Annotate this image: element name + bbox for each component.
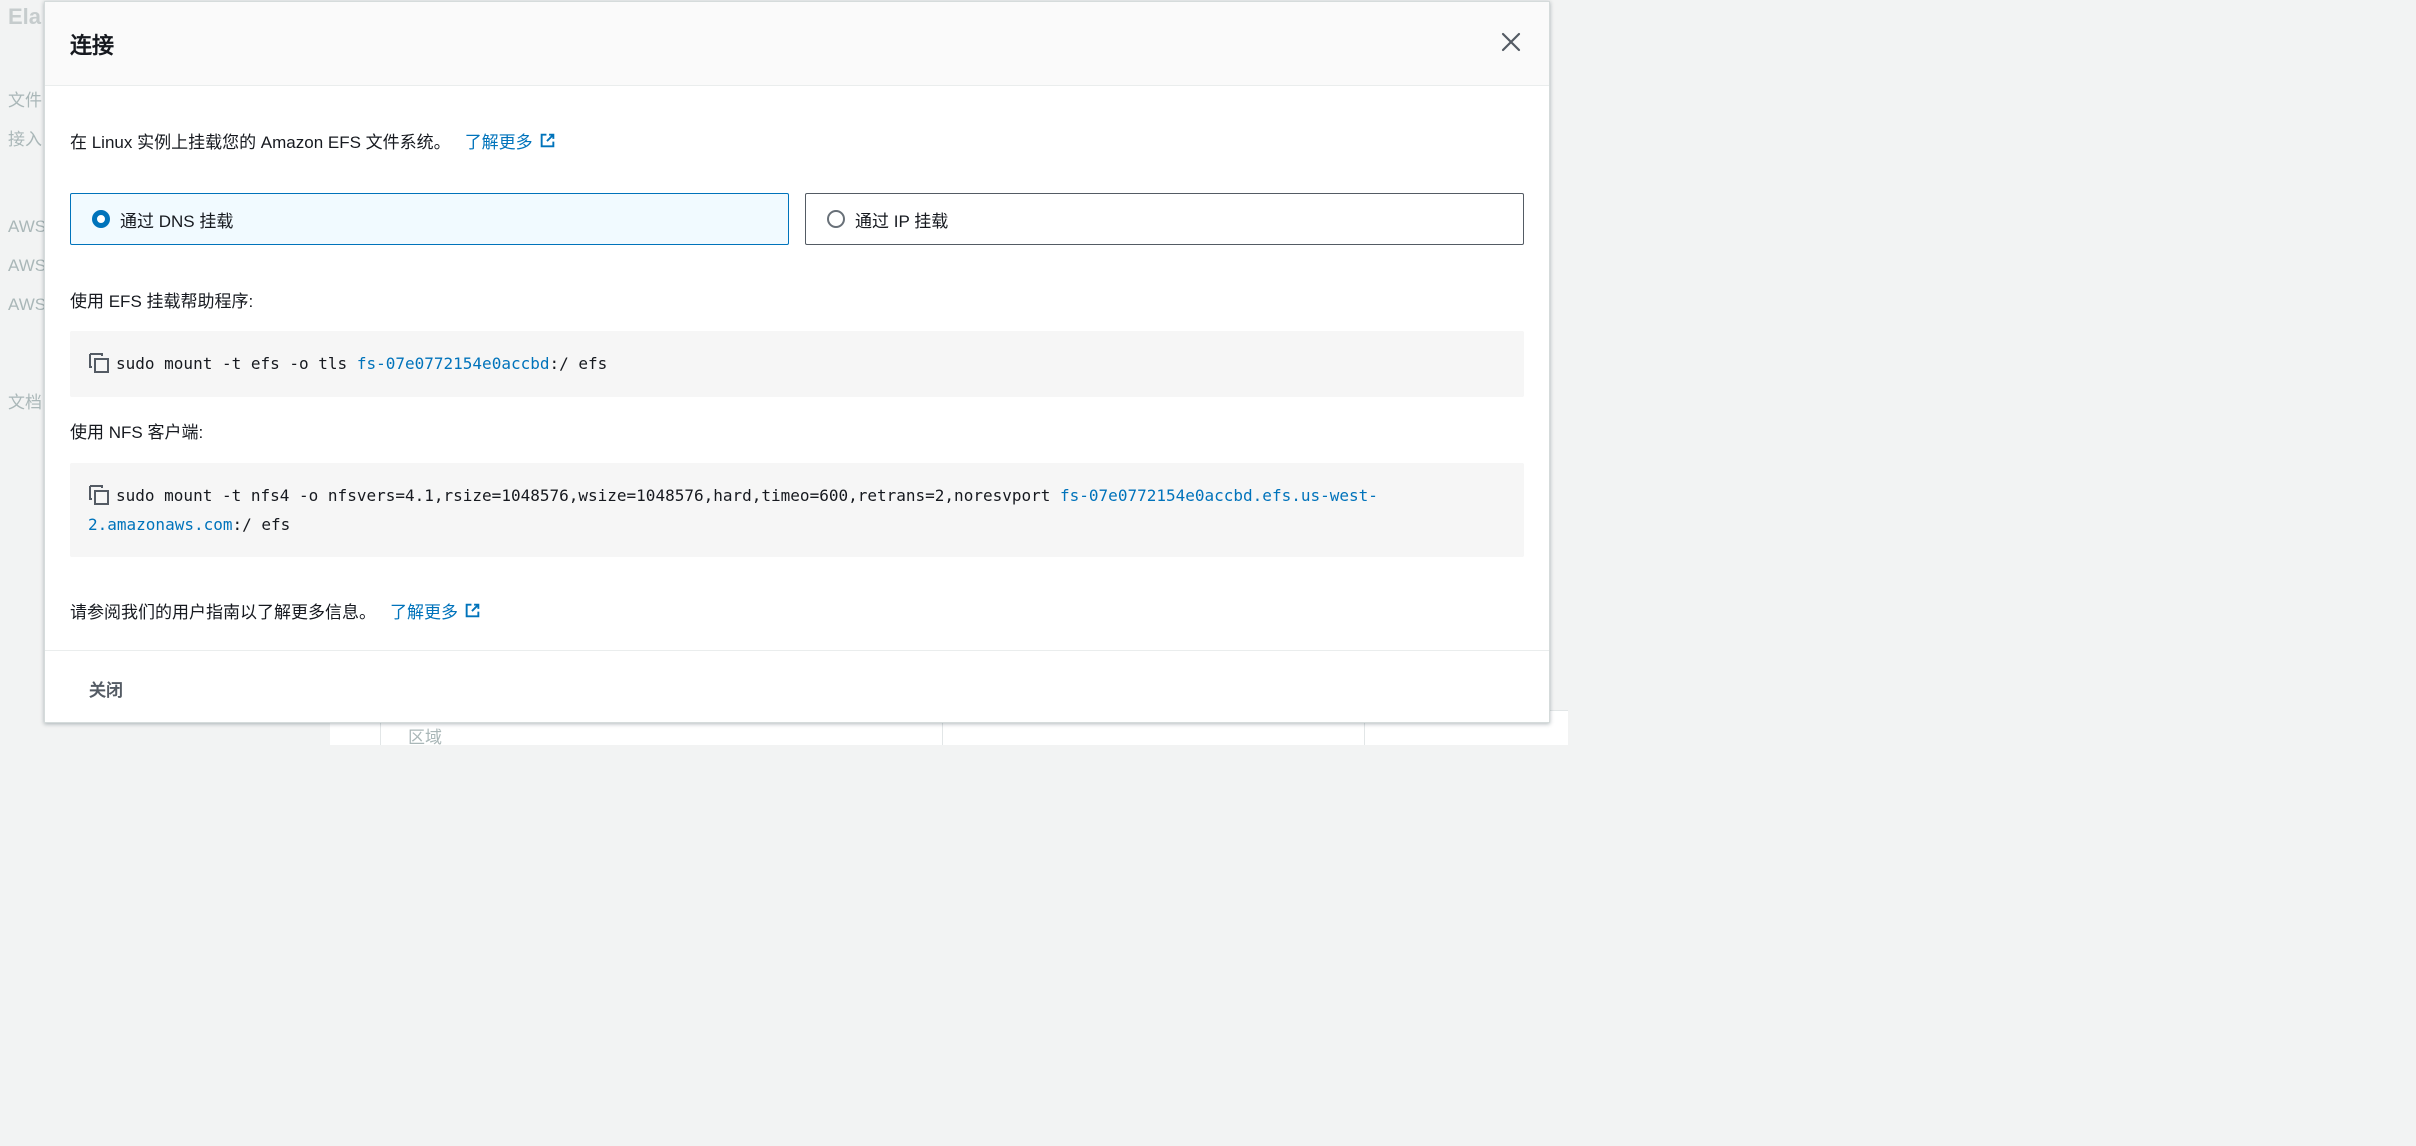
background-heading: Ela — [8, 4, 42, 29]
background-item: 文件 — [8, 91, 42, 110]
guide-learn-more-link[interactable]: 了解更多 — [390, 598, 481, 623]
guide-paragraph: 请参阅我们的用户指南以了解更多信息。 了解更多 — [70, 598, 481, 623]
command-suffix: :/ efs — [549, 354, 608, 373]
intro-text: 在 Linux 实例上挂载您的 Amazon EFS 文件系统。 — [70, 133, 451, 152]
radio-dns[interactable] — [92, 210, 110, 228]
copy-icon[interactable] — [88, 352, 110, 374]
modal-footer: 关闭 — [45, 650, 1549, 722]
efs-mount-command: sudo mount -t efs -o tls fs-07e0772154e0… — [70, 331, 1524, 397]
external-link-icon — [540, 133, 554, 148]
copy-icon[interactable] — [88, 484, 110, 506]
nfs-client-label: 使用 NFS 客户端: — [70, 423, 204, 442]
command-prefix: sudo mount -t efs -o tls — [116, 354, 357, 373]
close-icon[interactable] — [1499, 30, 1523, 54]
background-item: 接入 — [8, 130, 42, 149]
background-item: 文档 — [8, 393, 42, 412]
nfs-mount-command: sudo mount -t nfs4 -o nfsvers=4.1,rsize=… — [70, 463, 1524, 557]
guide-learn-more-label[interactable]: 了解更多 — [390, 598, 458, 623]
radio-ip[interactable] — [827, 210, 845, 228]
learn-more-label[interactable]: 了解更多 — [465, 128, 533, 153]
file-system-dns-part2: 2.amazonaws.com — [88, 515, 233, 534]
external-link-icon — [465, 603, 480, 618]
option-label-dns: 通过 DNS 挂载 — [120, 211, 234, 231]
background-item: AWS — [8, 217, 47, 236]
efs-helper-label: 使用 EFS 挂载帮助程序: — [70, 292, 254, 311]
learn-more-link[interactable]: 了解更多 — [465, 128, 556, 153]
table-header-region: 区域 — [408, 728, 442, 747]
background-item: AWS — [8, 256, 47, 275]
file-system-id: fs-07e0772154e0accbd — [356, 354, 550, 373]
background-item: AWS — [8, 295, 47, 314]
modal-title: 连接 — [70, 33, 115, 58]
mount-via-ip-option[interactable]: 通过 IP 挂载 — [805, 193, 1524, 245]
connect-modal: 连接 在 Linux 实例上挂载您的 Amazon EFS 文件系统。 了解更多… — [44, 1, 1550, 723]
intro-paragraph: 在 Linux 实例上挂载您的 Amazon EFS 文件系统。 了解更多 — [70, 128, 556, 153]
modal-header: 连接 — [45, 2, 1549, 86]
mount-via-dns-option[interactable]: 通过 DNS 挂载 — [70, 193, 789, 245]
file-system-dns-part1: fs-07e0772154e0accbd.efs.us-west- — [1060, 486, 1378, 505]
command-prefix: sudo mount -t nfs4 -o nfsvers=4.1,rsize=… — [116, 486, 1061, 505]
guide-text: 请参阅我们的用户指南以了解更多信息。 — [70, 603, 376, 622]
command-suffix: :/ efs — [232, 515, 291, 534]
option-label-ip: 通过 IP 挂载 — [855, 211, 949, 231]
close-button[interactable]: 关闭 — [89, 676, 123, 701]
